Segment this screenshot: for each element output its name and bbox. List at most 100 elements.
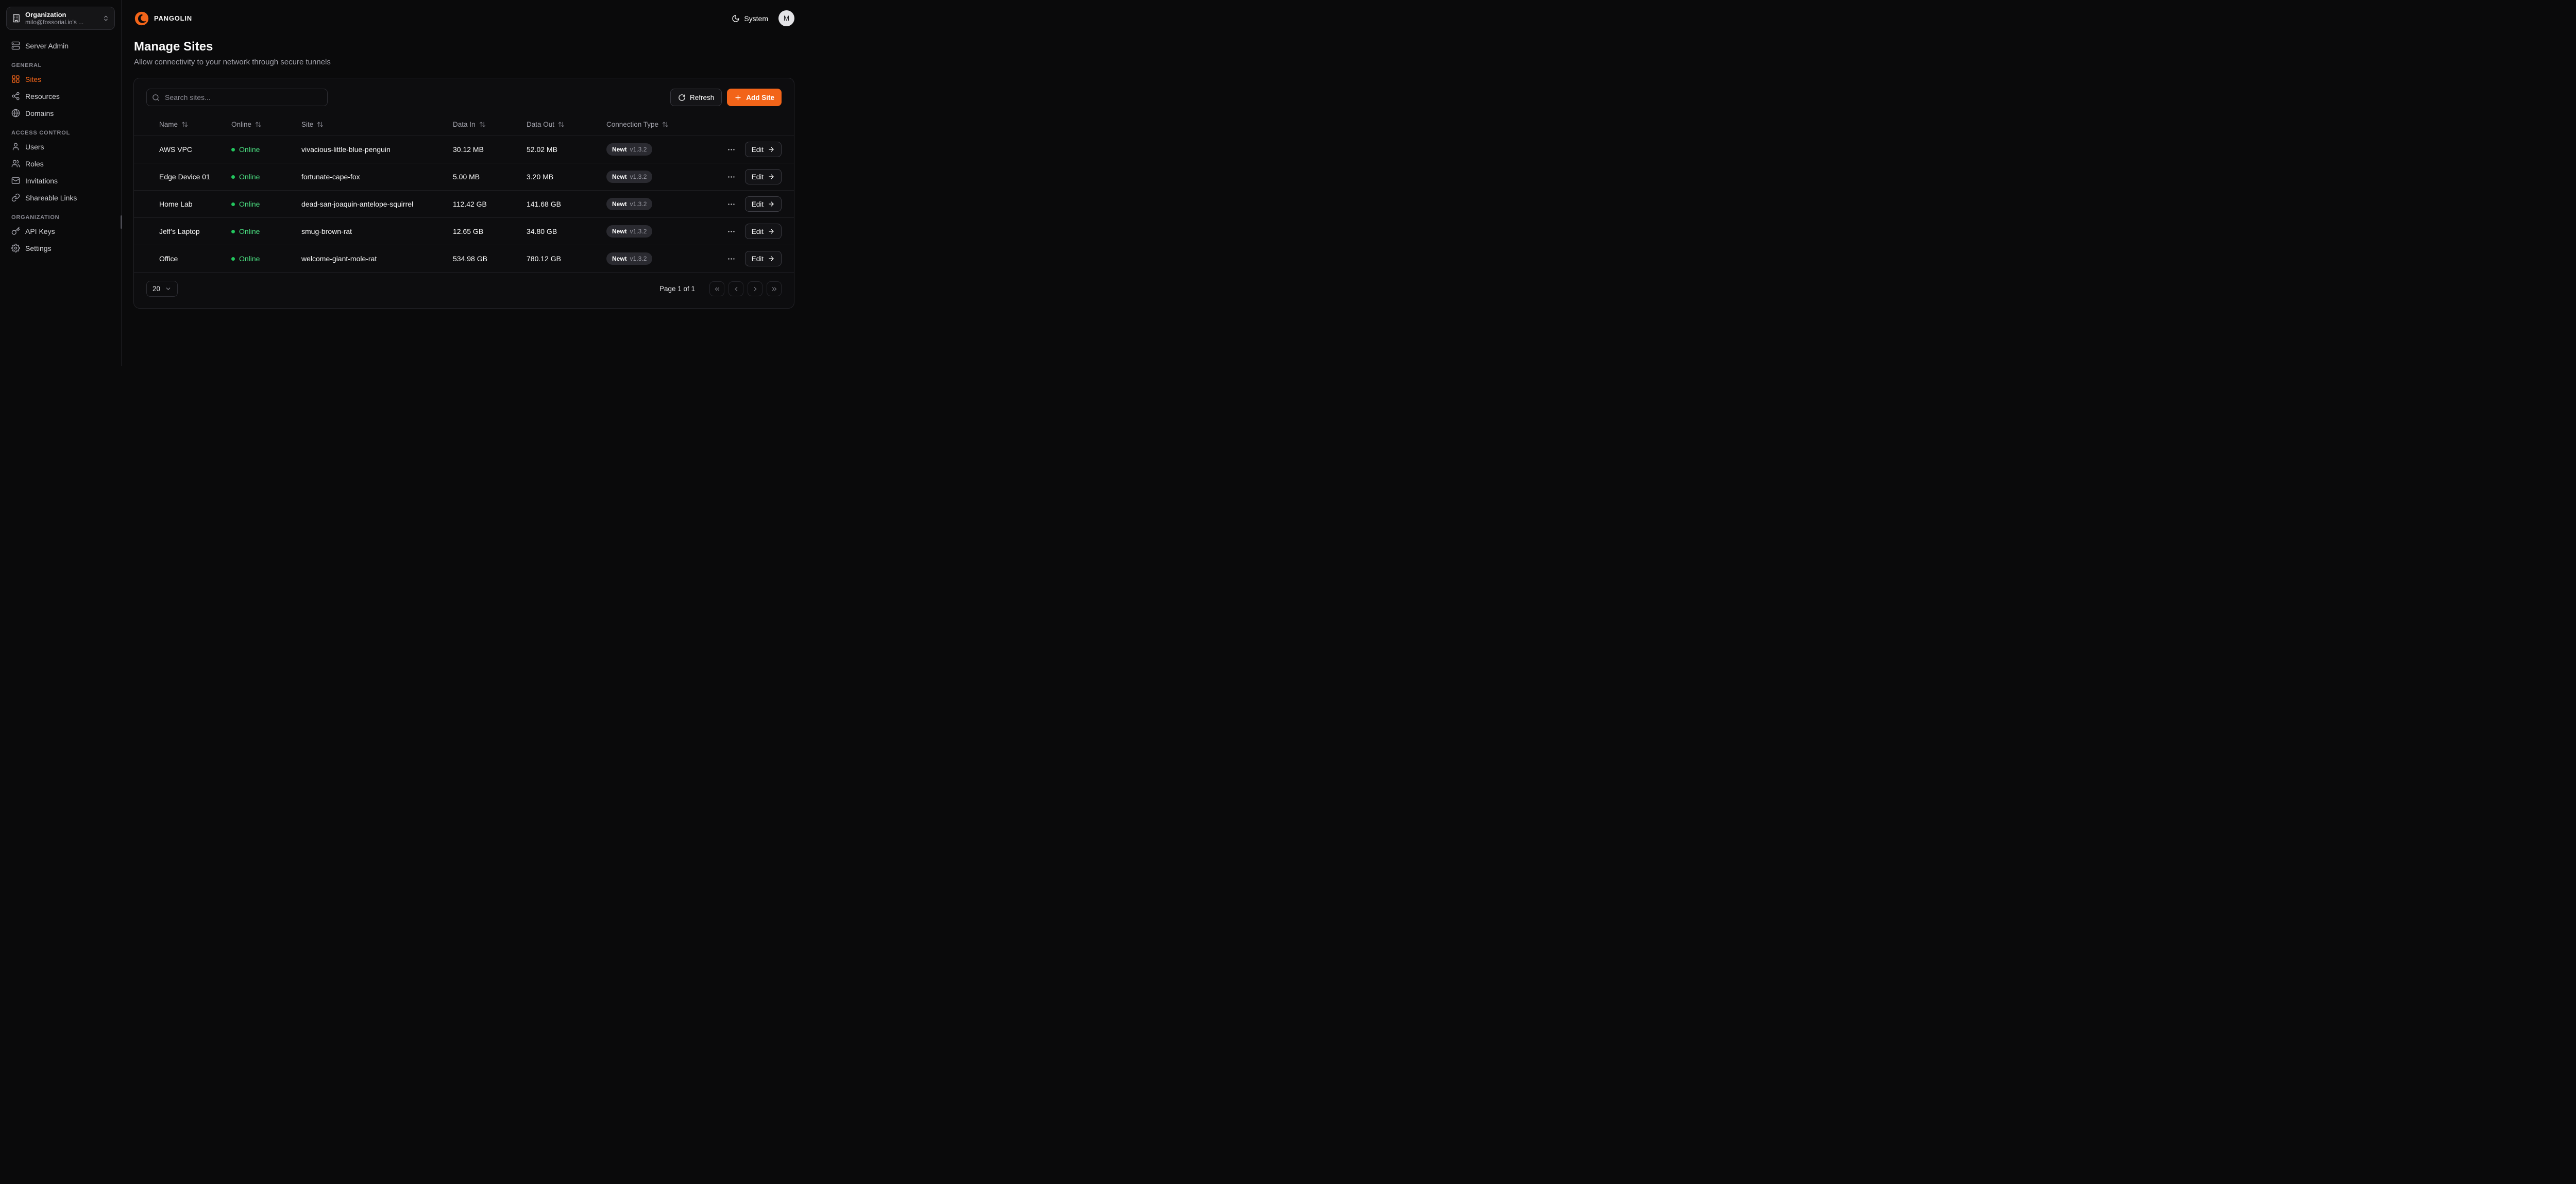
search-box — [146, 89, 328, 106]
theme-toggle[interactable]: System — [732, 14, 768, 23]
connection-name: Newt — [612, 146, 627, 153]
sidebar-item-shareable-links[interactable]: Shareable Links — [6, 189, 115, 206]
cell-name: Office — [159, 255, 231, 263]
previous-page-button[interactable] — [728, 281, 743, 296]
edit-button[interactable]: Edit — [745, 196, 782, 212]
users-icon — [11, 159, 20, 168]
online-label: Online — [239, 173, 260, 181]
avatar[interactable]: M — [778, 10, 794, 26]
moon-icon — [732, 14, 740, 23]
edit-label: Edit — [752, 200, 764, 208]
ellipsis-icon — [727, 255, 736, 263]
ellipsis-icon — [727, 145, 736, 154]
next-page-button[interactable] — [748, 281, 762, 296]
plus-icon — [734, 94, 742, 102]
arrow-right-icon — [768, 173, 775, 180]
sidebar-item-server-admin[interactable]: Server Admin — [6, 37, 115, 54]
sidebar-item-api-keys[interactable]: API Keys — [6, 223, 115, 240]
cell-data-in: 112.42 GB — [453, 200, 527, 208]
online-label: Online — [239, 145, 260, 154]
column-header-data-out[interactable]: Data Out — [527, 121, 606, 128]
sort-icon — [558, 121, 565, 128]
row-menu-button[interactable] — [726, 253, 737, 264]
last-page-button[interactable] — [767, 281, 782, 296]
main-area: PANGOLIN System M Manage Sites Allow con… — [122, 0, 808, 366]
column-label: Data In — [453, 121, 476, 128]
refresh-icon — [678, 94, 686, 102]
sort-icon — [662, 121, 669, 128]
cell-name: Jeff's Laptop — [159, 227, 231, 235]
sidebar-item-resources[interactable]: Resources — [6, 88, 115, 105]
column-header-data-in[interactable]: Data In — [453, 121, 527, 128]
cell-site: welcome-giant-mole-rat — [301, 255, 453, 263]
row-menu-button[interactable] — [726, 226, 737, 237]
refresh-button[interactable]: Refresh — [670, 89, 722, 106]
page-subtitle: Allow connectivity to your network throu… — [134, 58, 794, 66]
edit-button[interactable]: Edit — [745, 224, 782, 239]
sidebar-item-sites[interactable]: Sites — [6, 71, 115, 88]
online-label: Online — [239, 227, 260, 235]
column-header-online[interactable]: Online — [231, 121, 301, 128]
sidebar-item-label: Invitations — [25, 177, 58, 185]
connection-version: v1.3.2 — [630, 228, 647, 235]
online-label: Online — [239, 200, 260, 208]
sidebar-item-invitations[interactable]: Invitations — [6, 172, 115, 189]
sidebar-item-settings[interactable]: Settings — [6, 240, 115, 257]
section-label-general: GENERAL — [11, 62, 110, 69]
row-menu-button[interactable] — [726, 199, 737, 210]
column-label: Online — [231, 121, 251, 128]
sidebar-item-users[interactable]: Users — [6, 138, 115, 155]
column-header-name[interactable]: Name — [159, 121, 231, 128]
sidebar: Organization milo@fossorial.io's ... Ser… — [0, 0, 122, 366]
column-header-site[interactable]: Site — [301, 121, 453, 128]
connection-badge: Newtv1.3.2 — [606, 198, 652, 210]
page-title: Manage Sites — [134, 40, 794, 54]
arrow-right-icon — [768, 255, 775, 262]
row-menu-button[interactable] — [726, 172, 737, 182]
table-row: Edge Device 01 Online fortunate-cape-fox… — [134, 163, 794, 191]
connection-version: v1.3.2 — [630, 200, 647, 208]
section-label-access-control: ACCESS CONTROL — [11, 130, 110, 136]
share-nodes-icon — [11, 92, 20, 100]
edit-button[interactable]: Edit — [745, 142, 782, 157]
connection-version: v1.3.2 — [630, 173, 647, 180]
page-size-select[interactable]: 20 — [146, 281, 178, 297]
table-header: Name Online Site Data In Data Out — [134, 113, 794, 136]
connection-badge: Newtv1.3.2 — [606, 143, 652, 156]
sidebar-item-label: Resources — [25, 92, 60, 100]
refresh-label: Refresh — [690, 94, 714, 102]
connection-name: Newt — [612, 200, 627, 208]
cell-name: AWS VPC — [159, 145, 231, 154]
edit-button[interactable]: Edit — [745, 251, 782, 266]
connection-badge: Newtv1.3.2 — [606, 252, 652, 265]
org-selector[interactable]: Organization milo@fossorial.io's ... — [6, 7, 115, 30]
sort-icon — [317, 121, 324, 128]
sidebar-item-domains[interactable]: Domains — [6, 105, 115, 122]
search-input[interactable] — [164, 93, 322, 102]
edit-button[interactable]: Edit — [745, 169, 782, 184]
cell-data-out: 780.12 GB — [527, 255, 606, 263]
topbar-right: System M — [732, 10, 794, 26]
column-label: Name — [159, 121, 178, 128]
toolbar-actions: Refresh Add Site — [670, 89, 782, 106]
sidebar-resize-handle[interactable] — [121, 215, 122, 229]
column-header-connection-type[interactable]: Connection Type — [606, 121, 704, 128]
cell-site: dead-san-joaquin-antelope-squirrel — [301, 200, 453, 208]
building-icon — [12, 14, 21, 23]
cell-online: Online — [231, 173, 301, 181]
page-info: Page 1 of 1 — [659, 285, 695, 293]
cell-actions: Edit — [704, 196, 782, 212]
first-page-button[interactable] — [709, 281, 724, 296]
table-row: Jeff's Laptop Online smug-brown-rat 12.6… — [134, 218, 794, 245]
sort-icon — [255, 121, 262, 128]
row-menu-button[interactable] — [726, 144, 737, 155]
edit-label: Edit — [752, 146, 764, 154]
online-dot-icon — [231, 148, 235, 151]
sidebar-item-roles[interactable]: Roles — [6, 155, 115, 172]
cell-connection-type: Newtv1.3.2 — [606, 143, 704, 156]
brand[interactable]: PANGOLIN — [134, 11, 192, 26]
topbar: PANGOLIN System M — [122, 0, 808, 26]
arrow-right-icon — [768, 228, 775, 235]
add-site-button[interactable]: Add Site — [727, 89, 782, 106]
page-size-value: 20 — [152, 285, 160, 293]
